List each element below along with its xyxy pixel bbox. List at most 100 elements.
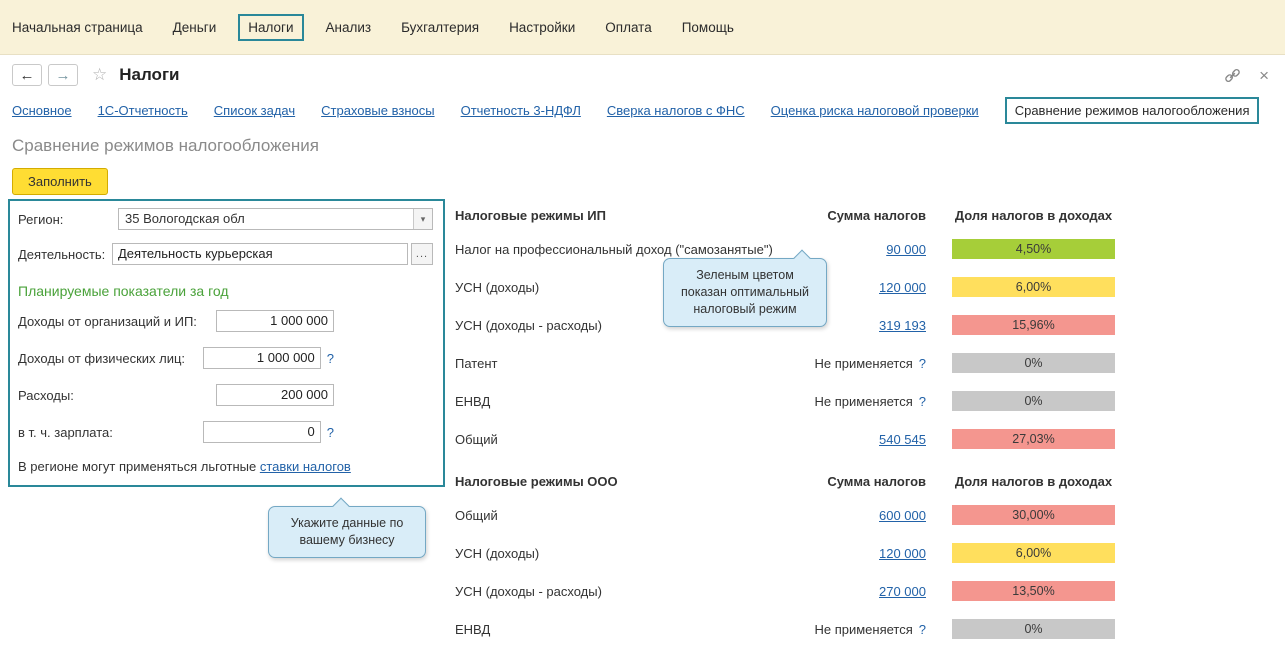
column-header-share: Доля налогов в доходах [952, 208, 1115, 223]
column-header-amount: Сумма налогов [776, 208, 926, 223]
share-bar: 0% [952, 353, 1115, 373]
amount-link[interactable]: 120 000 [879, 280, 926, 295]
menu-item-money[interactable]: Деньги [173, 20, 217, 35]
activity-more-button[interactable]: ... [411, 243, 433, 265]
share-bar: 13,50% [952, 581, 1115, 601]
table-row: Патент Не применяется? 0% [455, 344, 1115, 382]
fill-button[interactable]: Заполнить [12, 168, 108, 195]
regime-name: Общий [455, 432, 776, 447]
favorite-star-icon[interactable]: ☆ [92, 65, 107, 85]
amount-link[interactable]: 90 000 [886, 242, 926, 257]
tab-insurance-contributions[interactable]: Страховые взносы [321, 103, 434, 118]
regime-name: Налог на профессиональный доход ("самоза… [455, 242, 776, 257]
form-hint-callout: Укажите данные по вашему бизнесу [268, 506, 426, 558]
regime-name: УСН (доходы - расходы) [455, 584, 776, 599]
callout-pointer [333, 498, 350, 515]
salary-row: в т. ч. зарплата: 0 ? [18, 420, 334, 444]
toolbar: ← → ☆ Налоги × [0, 55, 1285, 95]
help-icon[interactable]: ? [919, 394, 926, 409]
menu-item-start-page[interactable]: Начальная страница [12, 20, 143, 35]
section-title-ip: Налоговые режимы ИП [455, 208, 776, 223]
optimal-regime-callout: Зеленым цветом показан оптимальный налог… [663, 258, 827, 327]
section-tabs: Основное 1С-Отчетность Список задач Стра… [0, 95, 1285, 130]
expenses-label: Расходы: [18, 388, 74, 403]
regime-name: ЕНВД [455, 622, 776, 637]
region-select[interactable]: 35 Вологодская обл ▾ [118, 208, 433, 230]
salary-label: в т. ч. зарплата: [18, 425, 113, 440]
expenses-input[interactable]: 200 000 [216, 384, 334, 406]
form-hint-text: Укажите данные по вашему бизнесу [291, 516, 404, 547]
income-org-input[interactable]: 1 000 000 [216, 310, 334, 332]
income-individuals-row: Доходы от физических лиц: 1 000 000 ? [18, 346, 334, 370]
help-icon[interactable]: ? [919, 622, 926, 637]
chevron-down-icon[interactable]: ▾ [413, 209, 432, 229]
menu-item-settings[interactable]: Настройки [509, 20, 575, 35]
menu-item-taxes[interactable]: Налоги [238, 14, 303, 41]
help-icon[interactable]: ? [327, 351, 334, 366]
expenses-row: Расходы: 200 000 [18, 383, 334, 407]
table-row: Общий 600 000 30,00% [455, 496, 1115, 534]
section-header-ooo: Налоговые режимы ООО Сумма налогов Доля … [455, 466, 1115, 496]
tab-regime-comparison[interactable]: Сравнение режимов налогообложения [1005, 97, 1260, 124]
amount-link[interactable]: 120 000 [879, 546, 926, 561]
preferential-rates-note: В регионе могут применяться льготные ста… [18, 459, 351, 474]
share-bar: 27,03% [952, 429, 1115, 449]
menu-item-help[interactable]: Помощь [682, 20, 734, 35]
menu-item-analysis[interactable]: Анализ [326, 20, 372, 35]
activity-input[interactable]: Деятельность курьерская [112, 243, 408, 265]
income-org-row: Доходы от организаций и ИП: 1 000 000 [18, 309, 334, 333]
activity-label: Деятельность: [18, 247, 112, 262]
amount-link[interactable]: 600 000 [879, 508, 926, 523]
regime-name: Общий [455, 508, 776, 523]
tab-main[interactable]: Основное [12, 103, 72, 118]
back-button[interactable]: ← [12, 64, 42, 86]
tab-audit-risk[interactable]: Оценка риска налоговой проверки [771, 103, 979, 118]
column-header-amount: Сумма налогов [776, 474, 926, 489]
not-applicable-text: Не применяется [814, 394, 912, 409]
menu-item-accounting[interactable]: Бухгалтерия [401, 20, 479, 35]
forward-arrow-icon: → [56, 67, 71, 84]
amount-link[interactable]: 270 000 [879, 584, 926, 599]
help-icon[interactable]: ? [327, 425, 334, 440]
page-title: Сравнение режимов налогообложения [0, 130, 1285, 168]
amount-link[interactable]: 540 545 [879, 432, 926, 447]
help-icon[interactable]: ? [919, 356, 926, 371]
income-individuals-input[interactable]: 1 000 000 [203, 347, 321, 369]
amount-link[interactable]: 319 193 [879, 318, 926, 333]
tab-task-list[interactable]: Список задач [214, 103, 295, 118]
section-title-ooo: Налоговые режимы ООО [455, 474, 776, 489]
tab-3ndfl-reporting[interactable]: Отчетность 3-НДФЛ [461, 103, 581, 118]
tax-rates-link[interactable]: ставки налогов [260, 459, 351, 474]
regime-name: ЕНВД [455, 394, 776, 409]
toolbar-right: × [1224, 67, 1273, 84]
table-row: ЕНВД Не применяется? 0% [455, 382, 1115, 420]
menu-item-payment[interactable]: Оплата [605, 20, 651, 35]
close-icon[interactable]: × [1259, 67, 1269, 84]
table-row: УСН (доходы) 120 000 6,00% [455, 534, 1115, 572]
region-row: Регион: 35 Вологодская обл ▾ [18, 207, 433, 231]
planned-indicators-title: Планируемые показатели за год [18, 283, 229, 299]
regime-name: Патент [455, 356, 776, 371]
region-value: 35 Вологодская обл [119, 209, 413, 229]
app-window: Начальная страница Деньги Налоги Анализ … [0, 0, 1285, 658]
forward-button[interactable]: → [48, 64, 78, 86]
income-individuals-label: Доходы от физических лиц: [18, 351, 185, 366]
tab-fns-reconciliation[interactable]: Сверка налогов с ФНС [607, 103, 745, 118]
optimal-hint-text: Зеленым цветом показан оптимальный налог… [681, 268, 809, 316]
salary-input[interactable]: 0 [203, 421, 321, 443]
back-arrow-icon: ← [20, 67, 35, 84]
page-header-title: Налоги [119, 65, 179, 85]
get-link-icon[interactable] [1224, 67, 1241, 84]
table-row: ЕНВД Не применяется? 0% [455, 610, 1115, 648]
region-label: Регион: [18, 212, 112, 227]
not-applicable-text: Не применяется [814, 356, 912, 371]
share-bar: 30,00% [952, 505, 1115, 525]
share-bar: 6,00% [952, 543, 1115, 563]
main-menu: Начальная страница Деньги Налоги Анализ … [0, 0, 1285, 55]
share-bar: 0% [952, 619, 1115, 639]
section-header-ip: Налоговые режимы ИП Сумма налогов Доля н… [455, 200, 1115, 230]
regime-name: УСН (доходы) [455, 546, 776, 561]
tab-1c-reporting[interactable]: 1С-Отчетность [98, 103, 188, 118]
share-bar: 6,00% [952, 277, 1115, 297]
table-row: УСН (доходы - расходы) 270 000 13,50% [455, 572, 1115, 610]
